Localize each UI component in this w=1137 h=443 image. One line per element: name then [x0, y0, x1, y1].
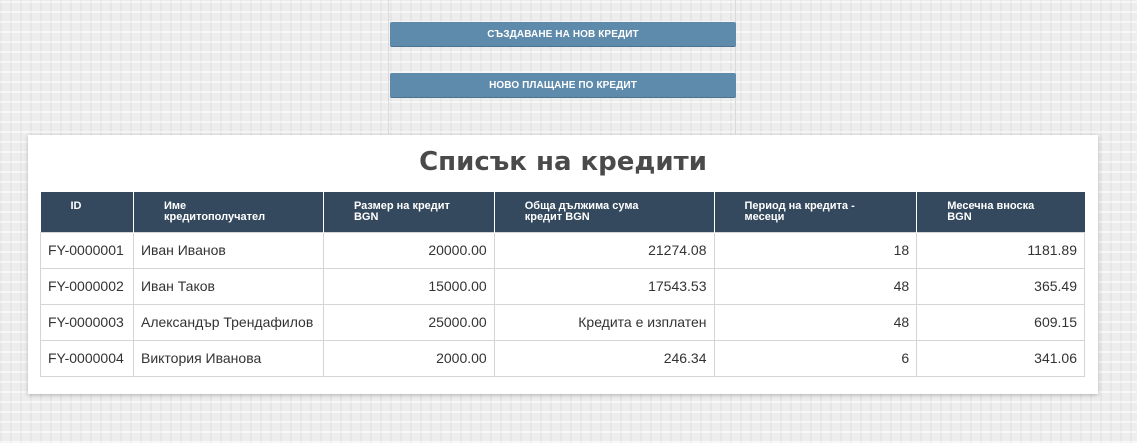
cell-monthly-payment: 1181.89 — [916, 231, 1085, 269]
cell-id: FY-0000003 — [40, 303, 134, 341]
create-loan-button[interactable]: СЪЗДАВАНЕ НА НОВ КРЕДИТ — [390, 22, 736, 47]
actions-panel: СЪЗДАВАНЕ НА НОВ КРЕДИТ НОВО ПЛАЩАНЕ ПО … — [388, 0, 736, 134]
table-row: FY-0000001 Иван Иванов 20000.00 21274.08… — [40, 231, 1085, 269]
header-total-due: Обща дължима сума кредит BGN — [494, 192, 715, 232]
cell-borrower-name: Иван Иванов — [132, 231, 324, 269]
cell-monthly-payment: 341.06 — [916, 339, 1085, 377]
cell-id: FY-0000002 — [40, 267, 134, 305]
cell-loan-amount: 25000.00 — [322, 303, 495, 341]
cell-total-due: 246.34 — [493, 339, 715, 377]
new-payment-button[interactable]: НОВО ПЛАЩАНЕ ПО КРЕДИТ — [390, 73, 736, 98]
header-id: ID — [40, 192, 134, 232]
cell-loan-amount: 20000.00 — [322, 231, 495, 269]
cell-total-due: Кредита е изплатен — [493, 303, 715, 341]
cell-borrower-name: Иван Таков — [132, 267, 324, 305]
loans-table: ID Име кредитополучател Размер на кредит B… — [40, 192, 1085, 377]
table-row: FY-0000004 Виктория Иванова 2000.00 246.… — [40, 339, 1085, 377]
table-row: FY-0000002 Иван Таков 15000.00 17543.53 … — [40, 267, 1085, 305]
cell-loan-period: 18 — [713, 231, 918, 269]
page-title: Списък на кредити — [419, 147, 707, 177]
cell-loan-amount: 2000.00 — [322, 339, 495, 377]
table-header-row: ID Име кредитополучател Размер на кредит B… — [40, 192, 1085, 232]
cell-monthly-payment: 609.15 — [916, 303, 1085, 341]
cell-loan-period: 48 — [713, 303, 918, 341]
table-row: FY-0000003 Александър Трендафилов 25000.… — [40, 303, 1085, 341]
cell-id: FY-0000001 — [40, 231, 134, 269]
header-monthly-payment: Месечна вноска BGN — [916, 192, 1085, 232]
cell-borrower-name: Виктория Иванова — [132, 339, 324, 377]
cell-total-due: 21274.08 — [493, 231, 715, 269]
cell-total-due: 17543.53 — [493, 267, 715, 305]
loans-list-card: Списък на кредити ID Име кредитополучател… — [28, 135, 1098, 394]
cell-loan-period: 6 — [713, 339, 918, 377]
cell-loan-period: 48 — [713, 267, 918, 305]
cell-loan-amount: 15000.00 — [322, 267, 495, 305]
header-borrower-name: Име кредитополучател — [133, 192, 324, 232]
header-loan-period: Период на кредита - месеци — [714, 192, 918, 232]
header-loan-amount: Размер на кредит BGN — [323, 192, 495, 232]
cell-borrower-name: Александър Трендафилов — [132, 303, 324, 341]
cell-id: FY-0000004 — [40, 339, 134, 377]
cell-monthly-payment: 365.49 — [916, 267, 1085, 305]
